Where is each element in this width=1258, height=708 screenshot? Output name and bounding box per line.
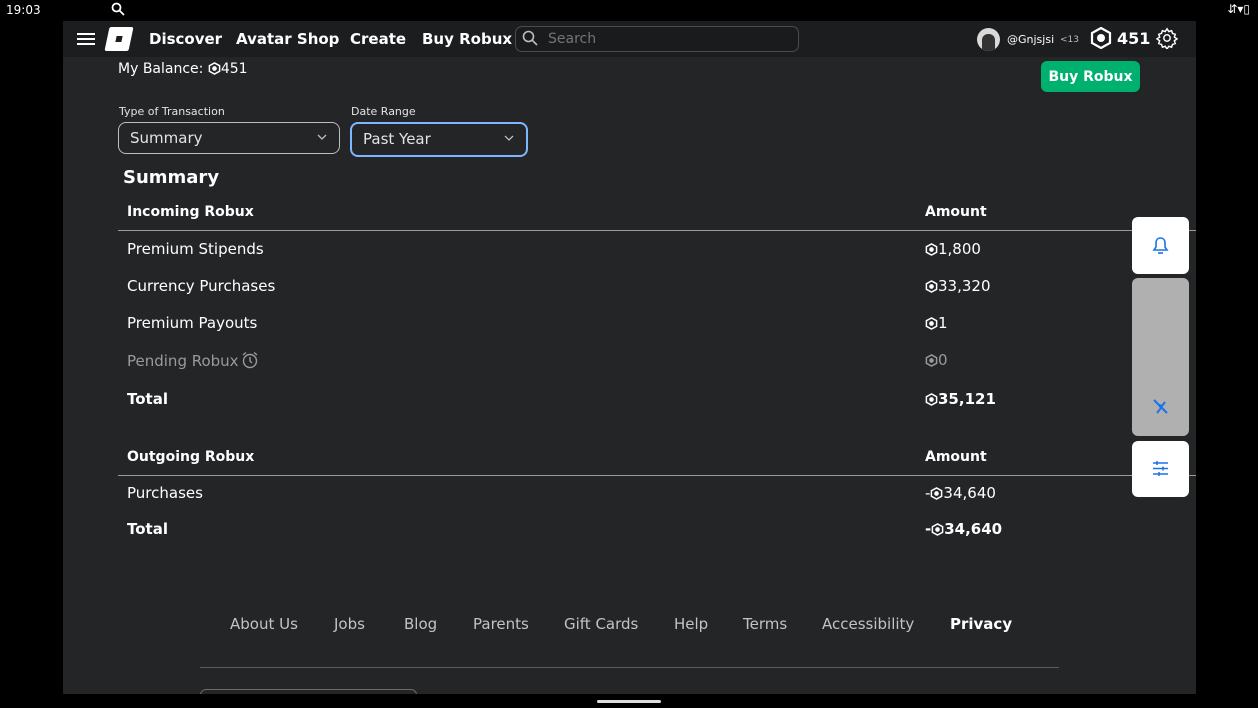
table-row: Premium Payouts 1: [118, 305, 1196, 342]
chevron-down-icon: [317, 134, 327, 140]
nav-buy-robux[interactable]: Buy Robux: [422, 30, 512, 48]
balance-label: My Balance:: [118, 61, 204, 77]
date-range-value: Past Year: [363, 130, 431, 148]
outgoing-header: Outgoing Robux: [127, 449, 255, 465]
search-icon: [522, 30, 538, 46]
row-amount: 0: [925, 351, 948, 369]
chevron-down-icon: [504, 135, 514, 141]
notifications-button[interactable]: [1132, 217, 1189, 274]
settings-tune-button[interactable]: [1132, 441, 1189, 497]
search-input[interactable]: [546, 29, 790, 49]
row-amount: -34,640: [925, 520, 1003, 538]
status-time: 19:03: [6, 3, 41, 17]
row-amount: -34,640: [925, 484, 996, 502]
top-nav: Discover Avatar Shop Create Buy Robux @G…: [63, 21, 1196, 57]
row-label: Total: [127, 520, 168, 538]
row-amount: 35,121: [925, 390, 996, 408]
robux-icon: [925, 243, 938, 256]
robux-count[interactable]: 451: [1117, 29, 1150, 48]
footer-blog[interactable]: Blog: [404, 615, 437, 633]
type-of-transaction-select[interactable]: Summary: [118, 122, 340, 154]
table-row-total: Total 35,121: [118, 381, 1196, 418]
footer-parents[interactable]: Parents: [473, 615, 529, 633]
table-row-total: Total -34,640: [118, 511, 1196, 548]
type-of-transaction-label: Type of Transaction: [119, 105, 225, 118]
table-row: Pending Robux 0: [118, 342, 1196, 379]
footer-jobs[interactable]: Jobs: [334, 615, 365, 633]
row-amount: 33,320: [925, 277, 991, 295]
type-of-transaction-value: Summary: [130, 129, 203, 147]
row-label: Purchases: [127, 484, 203, 502]
search-icon: [111, 2, 125, 16]
username[interactable]: @Gnjsjsi: [1007, 33, 1054, 46]
incoming-header: Incoming Robux: [127, 204, 254, 220]
date-range-label: Date Range: [351, 105, 416, 118]
buy-robux-button[interactable]: Buy Robux: [1041, 61, 1140, 92]
table-row: Currency Purchases 33,320: [118, 268, 1196, 305]
robux-icon: [931, 523, 944, 536]
app-window: Discover Avatar Shop Create Buy Robux @G…: [63, 21, 1196, 694]
menu-icon[interactable]: [77, 30, 95, 46]
footer-help[interactable]: Help: [674, 615, 708, 633]
nav-discover[interactable]: Discover: [149, 30, 222, 48]
summary-title: Summary: [123, 167, 220, 188]
balance-amount: 451: [220, 61, 248, 77]
robux-icon: [208, 62, 221, 75]
table-row: Premium Stipends 1,800: [118, 231, 1196, 268]
outgoing-amount-header: Amount: [925, 449, 987, 465]
table-row: Purchases -34,640: [118, 475, 1196, 512]
date-range-select[interactable]: Past Year: [350, 122, 528, 157]
footer-accessibility[interactable]: Accessibility: [822, 615, 914, 633]
robux-icon: [925, 317, 938, 330]
roblox-logo[interactable]: [104, 27, 134, 51]
row-label: Premium Stipends: [127, 240, 264, 258]
row-label: Total: [127, 390, 168, 408]
robux-icon: [931, 487, 943, 500]
footer-divider: [200, 667, 1059, 668]
row-label: Premium Payouts: [127, 314, 258, 332]
incoming-amount-header: Amount: [925, 204, 987, 220]
touch-off-icon[interactable]: [1152, 398, 1169, 415]
robux-icon[interactable]: [1090, 27, 1112, 49]
balance-row: My Balance: 451: [118, 61, 248, 77]
nav-avatar-shop[interactable]: Avatar Shop: [236, 30, 339, 48]
footer-privacy[interactable]: Privacy: [950, 615, 1012, 633]
clock-icon[interactable]: [241, 351, 259, 369]
robux-icon: [925, 280, 938, 293]
age-tag: <13: [1060, 35, 1079, 45]
disabled-panel: [1132, 278, 1189, 436]
avatar[interactable]: [977, 28, 1000, 51]
row-label: Currency Purchases: [127, 277, 276, 295]
tune-icon: [1153, 461, 1168, 476]
footer-terms[interactable]: Terms: [743, 615, 787, 633]
bell-icon: [1152, 237, 1169, 254]
home-handle[interactable]: [597, 700, 661, 703]
search-box[interactable]: [515, 26, 799, 52]
robux-icon: [925, 393, 938, 406]
gear-icon[interactable]: [1156, 27, 1178, 49]
row-label: Pending Robux: [127, 351, 259, 370]
footer-gift-cards[interactable]: Gift Cards: [564, 615, 638, 633]
row-amount: 1,800: [925, 240, 981, 258]
footer-about-us[interactable]: About Us: [230, 615, 298, 633]
robux-icon: [925, 354, 938, 367]
nav-create[interactable]: Create: [350, 30, 406, 48]
row-amount: 1: [925, 314, 948, 332]
system-status-bar: 19:03 ⇵▾▯: [0, 0, 1258, 21]
wifi-battery-icon: ⇵▾▯: [1227, 2, 1250, 16]
